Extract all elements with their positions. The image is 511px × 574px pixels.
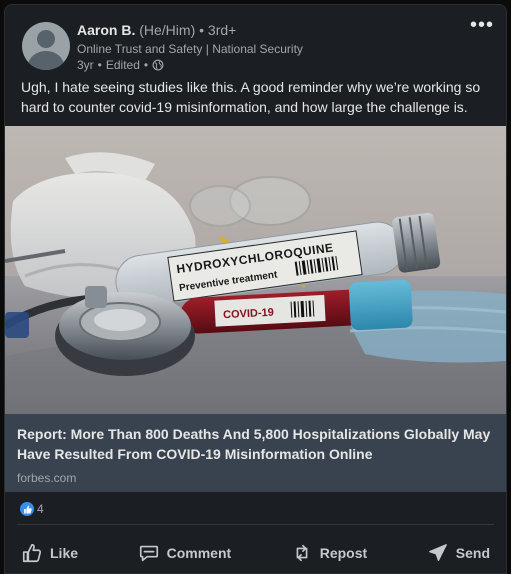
post-card: Aaron B. (He/Him) • 3rd+ Online Trust an… xyxy=(4,4,507,574)
avatar[interactable] xyxy=(22,22,70,70)
avatar-silhouette-body xyxy=(28,51,64,70)
post-text: Ugh, I hate seeing studies like this. A … xyxy=(21,79,481,115)
more-options-icon: ••• xyxy=(469,14,494,36)
more-options-button[interactable]: ••• xyxy=(468,14,496,41)
repost-button-label: Repost xyxy=(319,545,368,561)
author-pronouns: (He/Him) xyxy=(139,22,196,38)
post-meta: 3yr • Edited • xyxy=(77,57,303,73)
repost-button[interactable]: Repost xyxy=(279,533,379,573)
repost-icon xyxy=(296,544,308,562)
article-source: forbes.com xyxy=(17,471,77,485)
globe-icon xyxy=(152,59,164,71)
author-name-line: Aaron B. (He/Him) • 3rd+ xyxy=(77,21,303,39)
author-headline: Online Trust and Safety | National Secur… xyxy=(77,42,303,56)
reaction-count: 4 xyxy=(37,502,44,516)
author-name[interactable]: Aaron B. xyxy=(77,22,135,38)
author-info: Aaron B. (He/Him) • 3rd+ Online Trust an… xyxy=(77,21,303,73)
reactions-summary[interactable]: 4 xyxy=(20,502,44,516)
post-time: 3yr xyxy=(77,58,94,72)
send-button[interactable]: Send xyxy=(415,533,502,573)
article-link-card[interactable]: HYDROXYCHLOROQUINE Preventive treatment xyxy=(5,126,506,492)
like-reaction-icon xyxy=(20,502,34,516)
send-button-label: Send xyxy=(455,545,490,561)
action-bar: Like Comment Repost Send xyxy=(9,533,502,573)
like-button-label: Like xyxy=(50,545,79,561)
article-info: Report: More Than 800 Deaths And 5,800 H… xyxy=(5,414,506,492)
send-icon xyxy=(428,544,447,561)
edited-label: Edited xyxy=(105,58,140,72)
comment-button-label: Comment xyxy=(166,545,232,561)
separator-dot: • xyxy=(97,58,102,72)
separator-dot: • xyxy=(199,22,205,38)
divider xyxy=(17,524,494,525)
thumbs-up-icon xyxy=(22,543,42,563)
connection-degree: 3rd+ xyxy=(207,22,237,38)
separator-dot: • xyxy=(143,58,149,72)
comment-icon xyxy=(139,545,158,562)
avatar-silhouette-head xyxy=(37,30,55,48)
article-image: HYDROXYCHLOROQUINE Preventive treatment xyxy=(5,126,506,414)
comment-button[interactable]: Comment xyxy=(126,533,244,573)
like-button[interactable]: Like xyxy=(9,533,90,573)
article-title[interactable]: Report: More Than 800 Deaths And 5,800 H… xyxy=(17,424,494,464)
